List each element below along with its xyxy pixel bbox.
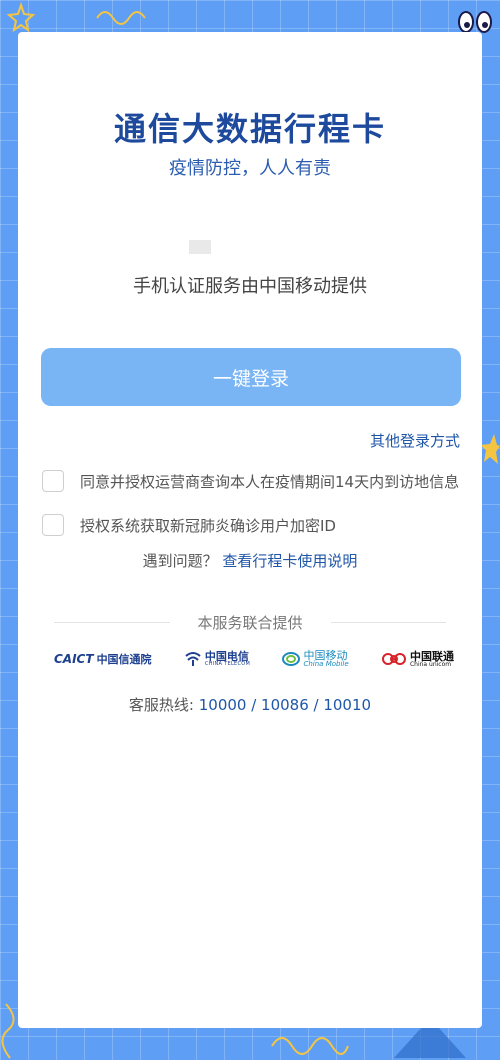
telecom-en: CHINA TELECOM bbox=[204, 661, 251, 667]
partners-divider: 本服务联合提供 bbox=[54, 612, 447, 633]
china-unicom-logo: 中国联通 China unicom bbox=[381, 650, 454, 668]
swirl-doodle-icon bbox=[271, 1037, 349, 1055]
help-prefix: 遇到问题？ bbox=[142, 552, 218, 570]
other-login-link[interactable]: 其他登录方式 bbox=[370, 430, 460, 451]
page-title: 通信大数据行程卡 bbox=[113, 110, 386, 148]
divider-line-left bbox=[54, 622, 170, 623]
unicom-icon bbox=[381, 653, 406, 665]
agreement-id-checkbox[interactable] bbox=[42, 514, 64, 536]
swirl-doodle-icon bbox=[96, 11, 146, 25]
usage-guide-link[interactable]: 查看行程卡使用说明 bbox=[222, 552, 357, 570]
star-doodle-icon bbox=[480, 434, 500, 464]
agreement-location-label: 同意并授权运营商查询本人在疫情期间14天内到访地信息 bbox=[80, 472, 460, 491]
china-telecom-logo: 中国电信 CHINA TELECOM bbox=[184, 651, 250, 667]
caict-name: 中国信通院 bbox=[96, 653, 152, 666]
help-line: 遇到问题？ 查看行程卡使用说明 bbox=[18, 550, 482, 571]
agreement-location-checkbox[interactable] bbox=[42, 470, 64, 492]
page-subtitle: 疫情防控，人人有责 bbox=[169, 158, 331, 179]
masked-phone-number bbox=[189, 240, 211, 254]
star-doodle-icon bbox=[6, 2, 36, 32]
telecom-icon bbox=[185, 652, 201, 666]
agreement-row-id[interactable]: 授权系统获取新冠肺炎确诊用户加密ID bbox=[42, 514, 336, 536]
mobile-icon bbox=[282, 652, 301, 666]
unicom-en: China unicom bbox=[409, 660, 452, 668]
hotline-numbers[interactable]: 10000 / 10086 / 10010 bbox=[199, 696, 371, 714]
caict-logo: CAICT 中国信通院 bbox=[54, 651, 152, 667]
partners-heading: 本服务联合提供 bbox=[197, 614, 303, 632]
partner-logos: CAICT 中国信通院 中国电信 CHINA TELECOM 中国移动 Chin… bbox=[54, 650, 454, 668]
unicom-name: 中国联通 bbox=[409, 649, 454, 663]
auth-provider-text: 手机认证服务由中国移动提供 bbox=[133, 276, 367, 297]
divider-line-right bbox=[330, 622, 447, 623]
agreement-row-location[interactable]: 同意并授权运营商查询本人在疫情期间14天内到访地信息 bbox=[42, 470, 459, 492]
agreement-id-label: 授权系统获取新冠肺炎确诊用户加密ID bbox=[80, 516, 336, 535]
hotline-label: 客服热线: bbox=[128, 696, 199, 714]
customer-hotline: 客服热线: 10000 / 10086 / 10010 bbox=[18, 694, 482, 715]
china-mobile-logo: 中国移动 China Mobile bbox=[282, 650, 349, 668]
caict-abbr: CAICT bbox=[54, 652, 94, 666]
one-click-login-button[interactable]: 一键登录 bbox=[41, 348, 461, 406]
login-card: 通信大数据行程卡 疫情防控，人人有责 手机认证服务由中国移动提供 一键登录 其他… bbox=[18, 32, 482, 1028]
mobile-en: China Mobile bbox=[303, 660, 349, 668]
